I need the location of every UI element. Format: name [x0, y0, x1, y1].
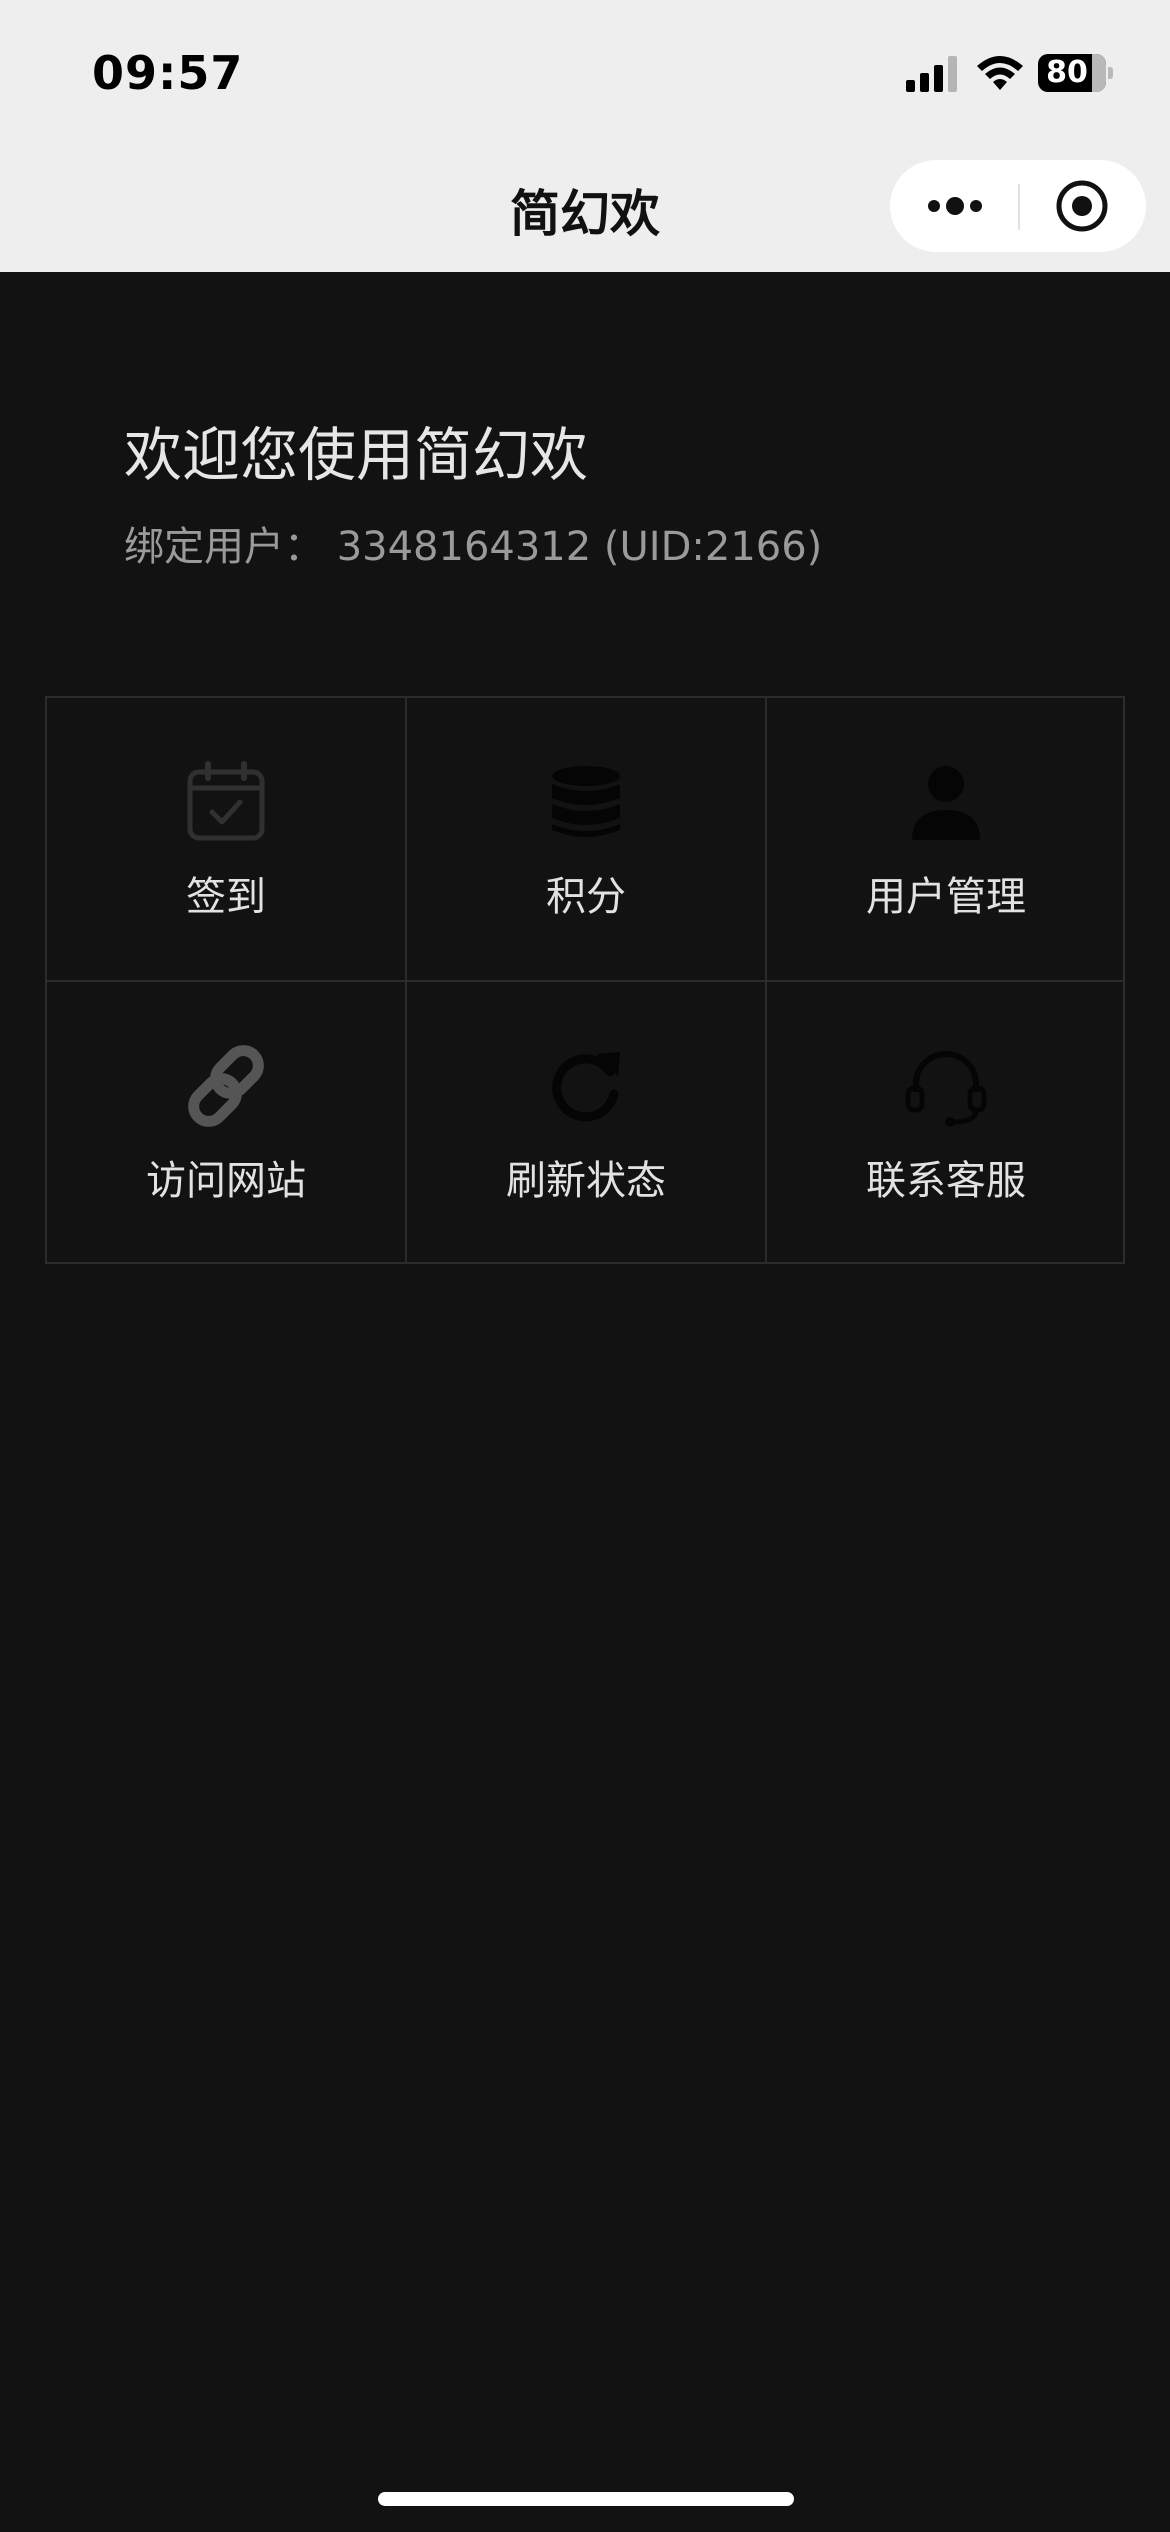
battery-indicator: 80: [1038, 54, 1114, 92]
bound-user-text: 绑定用户： 3348164312 (UID:2166): [124, 524, 823, 570]
grid-item-label: 用户管理: [866, 874, 1026, 920]
refresh-icon: [552, 1052, 620, 1122]
more-dots-icon[interactable]: [924, 184, 986, 228]
grid-item-label: 积分: [546, 874, 626, 920]
wifi-icon: [977, 56, 1023, 90]
status-time: 09:57: [92, 46, 244, 100]
mini-program-capsule: [890, 160, 1146, 252]
grid-item-label: 访问网站: [146, 1158, 306, 1204]
battery-level: 80: [1046, 55, 1088, 90]
grid-item-label: 刷新状态: [506, 1158, 666, 1204]
home-indicator: [378, 2492, 794, 2506]
link-icon: [188, 1045, 264, 1127]
grid-item-visit-website[interactable]: 访问网站: [45, 980, 405, 1264]
user-icon: [912, 766, 980, 840]
calendar-check-icon: [187, 761, 265, 841]
welcome-heading: 欢迎您使用简幻欢: [124, 421, 589, 489]
function-grid: 签到 积分 用户管理 访问网站 刷新状态 联系客服: [45, 696, 1125, 1264]
grid-item-user-management[interactable]: 用户管理: [765, 696, 1125, 980]
grid-item-sign-in[interactable]: 签到: [45, 696, 405, 980]
grid-item-points[interactable]: 积分: [405, 696, 765, 980]
grid-item-contact-support[interactable]: 联系客服: [765, 980, 1125, 1264]
top-bar: 09:57 80 简幻欢: [0, 0, 1170, 272]
grid-item-label: 联系客服: [866, 1158, 1026, 1204]
grid-item-refresh-status[interactable]: 刷新状态: [405, 980, 765, 1264]
capsule-close-icon[interactable]: [1054, 178, 1110, 234]
signal-icon: [906, 56, 957, 92]
grid-item-label: 签到: [186, 874, 266, 920]
headset-icon: [905, 1051, 987, 1127]
battery-body: 80: [1038, 54, 1106, 92]
database-coins-icon: [552, 766, 620, 837]
